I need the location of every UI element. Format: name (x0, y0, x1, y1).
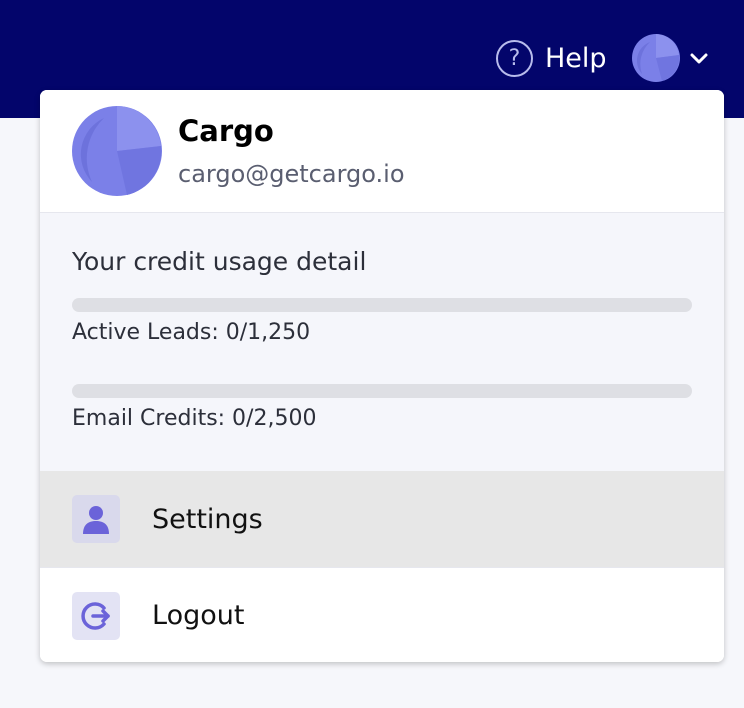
credit-usage-title: Your credit usage detail (72, 247, 367, 276)
question-circle-icon: ? (496, 39, 533, 77)
credit-usage-section: Your credit usage detail Active Leads: 0… (40, 213, 724, 471)
settings-menu-item[interactable]: Settings (40, 471, 724, 567)
user-dropdown-menu: Cargo cargo@getcargo.io Your credit usag… (40, 90, 724, 662)
help-label: Help (545, 42, 607, 74)
profile-avatar (72, 106, 162, 196)
active-leads-progress-bar (72, 298, 692, 312)
chevron-down-icon (690, 53, 708, 64)
user-menu-trigger[interactable] (632, 34, 710, 82)
user-email: cargo@getcargo.io (178, 160, 405, 188)
email-credits-label: Email Credits: 0/2,500 (72, 406, 317, 431)
user-avatar (632, 34, 680, 82)
active-leads-label: Active Leads: 0/1,250 (72, 320, 311, 345)
user-name: Cargo (178, 114, 274, 148)
logout-label: Logout (152, 600, 245, 631)
logout-icon (72, 591, 120, 640)
email-credits-progress-bar (72, 384, 692, 398)
logout-menu-item[interactable]: Logout (40, 567, 724, 662)
profile-header: Cargo cargo@getcargo.io (40, 90, 724, 213)
user-icon (72, 495, 120, 543)
help-link[interactable]: ? Help (496, 39, 607, 77)
settings-label: Settings (152, 503, 263, 535)
